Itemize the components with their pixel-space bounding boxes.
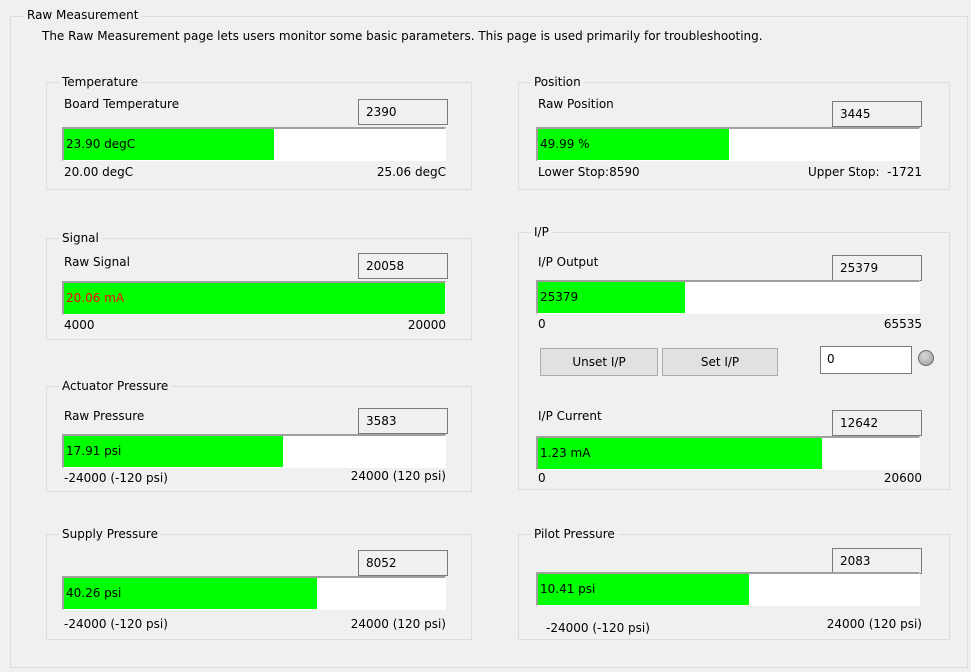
ip-output-label: I/P Output [538,255,599,269]
ip-output-value: 25379 [832,255,922,281]
ip-current-bar: 1.23 mA [536,436,920,470]
ip-current-bar-text: 1.23 mA [540,446,591,460]
pilot-pressure-bar: 10.41 psi [536,572,920,606]
temperature-group-title: Temperature [59,74,142,90]
pilot-pressure-max-label: 24000 (120 psi) [826,617,922,631]
signal-bar-text: 20.06 mA [66,291,125,305]
ip-current-label: I/P Current [538,409,602,423]
raw-pressure-value: 3583 [358,408,448,434]
raw-signal-label: Raw Signal [64,255,130,269]
actuator-pressure-bar: 17.91 psi [62,434,446,468]
ip-current-max-label: 20600 [883,471,922,485]
temperature-max-label: 25.06 degC [376,165,446,179]
supply-pressure-bar-text: 40.26 psi [66,586,122,600]
pilot-pressure-bar-text: 10.41 psi [540,582,596,596]
supply-pressure-value: 8052 [358,550,448,576]
signal-min-label: 4000 [64,318,95,332]
pilot-pressure-value: 2083 [832,548,922,574]
raw-position-value: 3445 [832,101,922,127]
ip-output-bar-text: 25379 [540,290,579,304]
signal-max-label: 20000 [407,318,446,332]
signal-group-title: Signal [59,230,102,246]
ip-current-value: 12642 [832,410,922,436]
board-temperature-value: 2390 [358,99,448,125]
position-lower-stop: Lower Stop:8590 [538,165,640,179]
ip-output-bar: 25379 [536,280,920,314]
signal-bar: 20.06 mA [62,281,446,315]
unset-ip-button[interactable]: Unset I/P [540,348,658,376]
board-temperature-label: Board Temperature [64,97,180,111]
temperature-min-label: 20.00 degC [64,165,134,179]
set-ip-button[interactable]: Set I/P [662,348,778,376]
position-group-title: Position [531,74,584,90]
ip-current-min-label: 0 [538,471,546,485]
actuator-pressure-min-label: -24000 (-120 psi) [64,471,168,485]
actuator-pressure-max-label: 24000 (120 psi) [350,469,446,483]
supply-pressure-group-title: Supply Pressure [59,526,161,542]
position-bar-text: 49.99 % [540,137,590,151]
ip-output-min-label: 0 [538,317,546,331]
raw-pressure-label: Raw Pressure [64,409,145,423]
position-bar: 49.99 % [536,127,920,161]
temperature-bar-text: 23.90 degC [66,137,136,151]
position-upper-stop: Upper Stop: -1721 [808,165,922,179]
supply-pressure-bar: 40.26 psi [62,576,446,610]
supply-pressure-min-label: -24000 (-120 psi) [64,617,168,631]
ip-output-max-label: 65535 [883,317,922,331]
page-title: Raw Measurement [24,8,142,22]
actuator-pressure-bar-text: 17.91 psi [66,444,122,458]
pilot-pressure-min-label: -24000 (-120 psi) [546,621,650,635]
supply-pressure-max-label: 24000 (120 psi) [350,617,446,631]
ip-status-indicator [918,350,934,366]
raw-signal-value: 20058 [358,253,448,279]
ip-group-title: I/P [531,224,552,240]
actuator-pressure-group-title: Actuator Pressure [59,378,172,394]
page-description: The Raw Measurement page lets users moni… [42,29,763,43]
ip-value-input[interactable]: 0 [820,346,912,374]
temperature-bar: 23.90 degC [62,127,446,161]
raw-position-label: Raw Position [538,97,614,111]
pilot-pressure-group-title: Pilot Pressure [531,526,618,542]
